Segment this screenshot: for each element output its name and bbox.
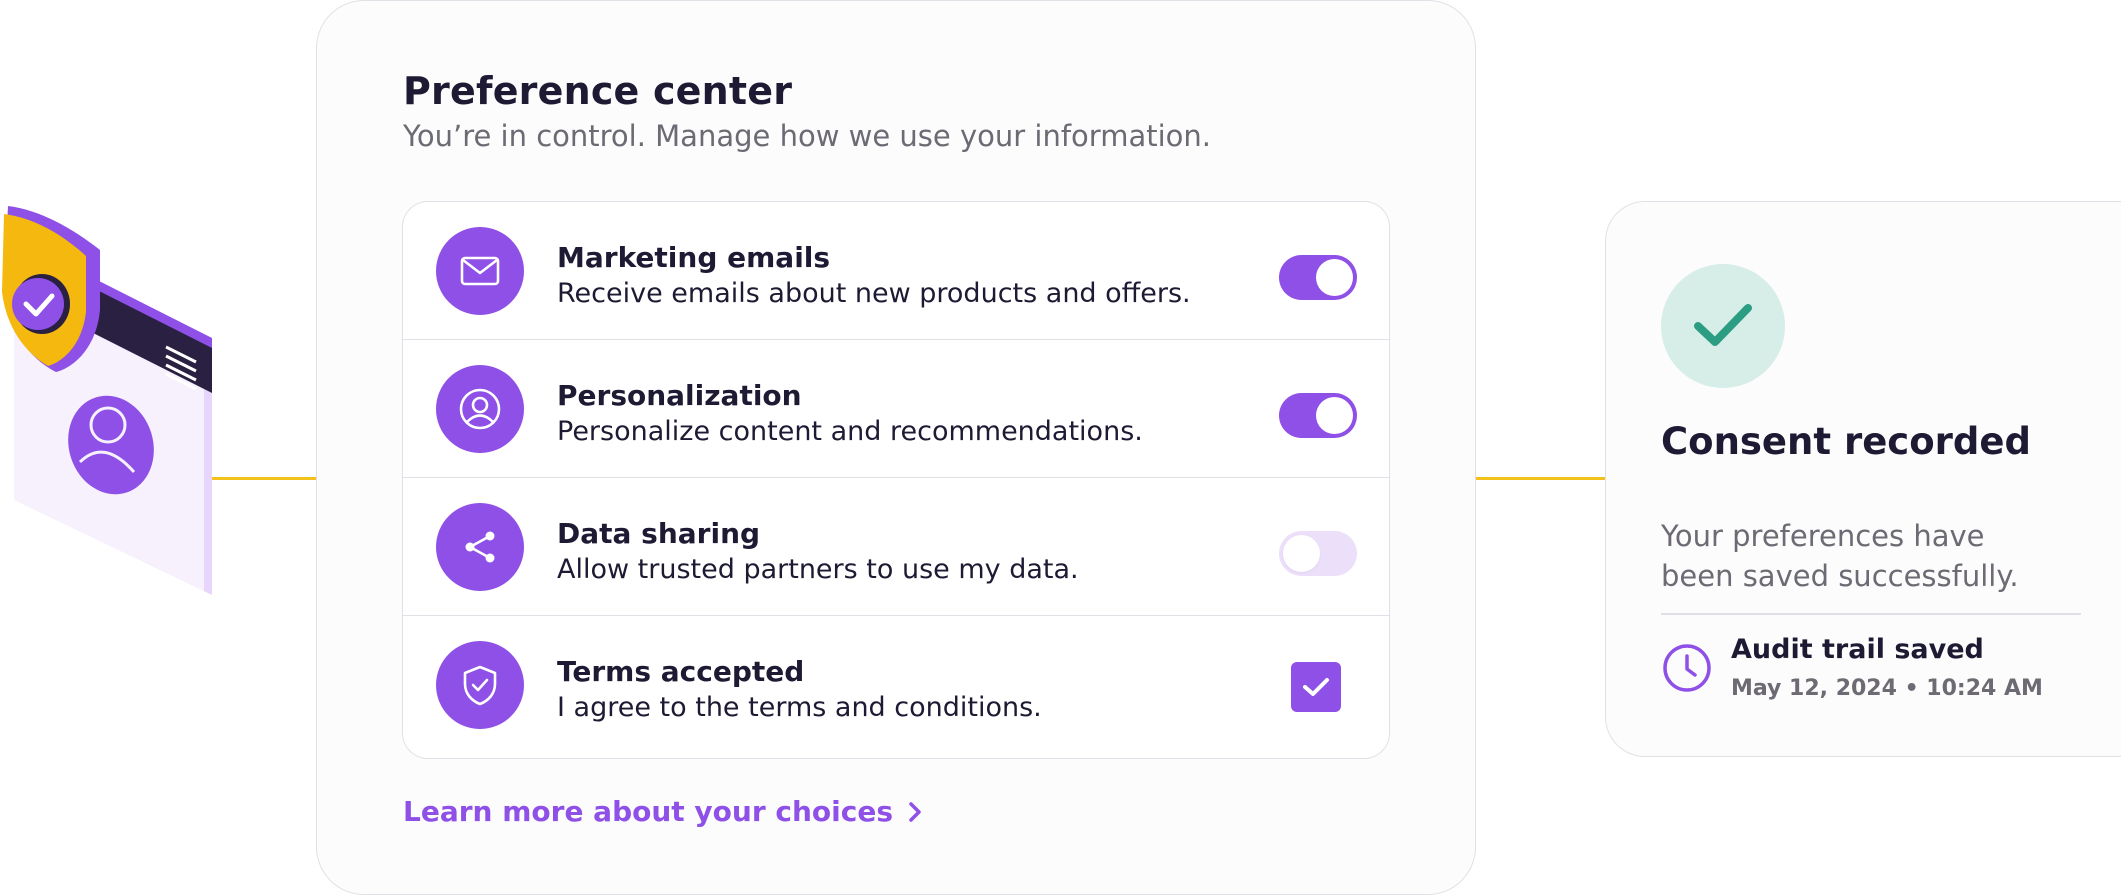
preference-row-personalization: Personalization Personalize content and … [403,340,1389,478]
terms-accepted-checkbox[interactable] [1291,662,1341,712]
preference-description: I agree to the terms and conditions. [557,692,1042,723]
shield-check-icon [436,641,524,729]
toggle-knob [1316,259,1353,296]
privacy-illustration [0,200,220,600]
panel-subtitle: You’re in control. Manage how we use you… [403,119,1211,153]
preference-description: Personalize content and recommendations. [557,416,1143,447]
preference-label: Terms accepted [557,655,805,688]
toggle-knob [1283,535,1320,572]
connector-line-left [205,477,317,480]
connector-line-right [1474,477,1606,480]
checkmark-icon [1694,304,1752,346]
preference-label: Data sharing [557,517,761,550]
consent-recorded-card: Consent recorded Your preferences have b… [1605,201,2121,757]
preference-description: Allow trusted partners to use my data. [557,554,1079,585]
audit-trail-title: Audit trail saved [1731,634,1984,665]
preference-row-data-sharing: Data sharing Allow trusted partners to u… [403,478,1389,616]
chevron-right-icon [909,801,921,822]
learn-more-label: Learn more about your choices [403,795,894,828]
toggle-knob [1316,397,1353,434]
consent-title: Consent recorded [1661,420,2031,463]
marketing-emails-toggle[interactable] [1279,255,1357,300]
divider [1661,613,2081,615]
user-circle-icon [436,365,524,453]
preference-center-panel: Preference center You’re in control. Man… [316,0,1476,895]
preferences-list: Marketing emails Receive emails about ne… [402,201,1390,759]
personalization-toggle[interactable] [1279,393,1357,438]
consent-message: Your preferences have been saved success… [1661,519,2019,593]
learn-more-link[interactable]: Learn more about your choices [403,795,923,828]
panel-title: Preference center [403,69,793,113]
preference-description: Receive emails about new products and of… [557,278,1191,309]
success-badge [1661,264,1785,388]
data-sharing-toggle[interactable] [1279,531,1357,576]
share-icon [436,503,524,591]
preference-row-terms-accepted: Terms accepted I agree to the terms and … [403,616,1389,754]
preference-label: Personalization [557,379,802,412]
browser-window-icon [2,206,212,595]
clock-icon [1663,644,1711,692]
envelope-icon [436,227,524,315]
audit-timestamp: May 12, 2024 • 10:24 AM [1731,676,2043,701]
preference-row-marketing-emails: Marketing emails Receive emails about ne… [403,202,1389,340]
checkmark-icon [1303,678,1329,696]
preference-label: Marketing emails [557,241,831,274]
